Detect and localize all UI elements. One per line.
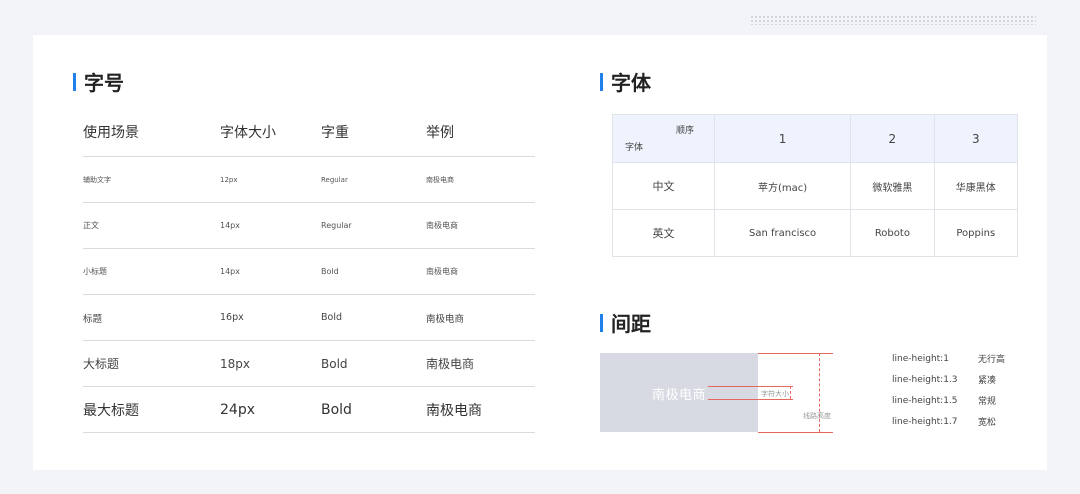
list-item: line-height:1.3 紧凑 <box>892 369 1005 390</box>
cell-size: 14px <box>220 267 240 276</box>
font-family-section-title: 字体 <box>600 67 651 96</box>
table-row: 中文 苹方(mac) 微软雅黑 华康黑体 <box>612 162 1019 210</box>
char-top-guide <box>708 386 793 387</box>
cell-scene: 辅助文字 <box>83 175 111 184</box>
line-height-desc: 常规 <box>978 397 997 407</box>
table-cell: Roboto <box>850 209 935 257</box>
line-top-guide <box>758 353 833 354</box>
cell-example: 南极电商 <box>426 313 465 325</box>
cell-weight: Regular <box>321 221 352 230</box>
column-header: 3 <box>933 114 1019 163</box>
line-height-value: line-height:1.7 <box>892 416 958 427</box>
line-height-desc: 无行高 <box>978 355 1006 365</box>
table-header-row: 使用场景 字体大小 字重 举例 <box>83 108 535 157</box>
cell-weight: Bold <box>321 312 342 323</box>
corner-label-font: 字体 <box>625 143 644 153</box>
cell-size: 12px <box>220 175 238 184</box>
font-size-table: 使用场景 字体大小 字重 举例 辅助文字 12px Regular 南极电商 正… <box>83 108 535 433</box>
table-cell: Poppins <box>933 209 1019 257</box>
accent-bar <box>600 72 603 91</box>
header-example: 举例 <box>426 125 454 141</box>
column-header: 1 <box>713 114 852 163</box>
table-cell: 华康黑体 <box>933 162 1019 210</box>
line-height-desc: 宽松 <box>978 418 997 428</box>
font-family-table: 顺序 字体 1 2 3 中文 苹方(mac) 微软雅黑 华康黑体 英文 San … <box>612 114 1019 257</box>
list-item: line-height:1.5 常规 <box>892 390 1005 411</box>
list-item: line-height:1.7 宽松 <box>892 411 1005 432</box>
demo-text: 南极电商 <box>652 388 707 403</box>
list-item: line-height:1 无行高 <box>892 348 1005 369</box>
cell-size: 14px <box>220 221 240 230</box>
cell-scene: 标题 <box>83 313 103 325</box>
line-height-value: line-height:1.3 <box>892 374 958 385</box>
cell-scene: 小标题 <box>83 267 107 276</box>
cell-example: 南极电商 <box>426 357 475 371</box>
row-label: 中文 <box>612 162 715 210</box>
table-row: 英文 San francisco Roboto Poppins <box>612 209 1019 257</box>
cell-scene: 正文 <box>83 221 99 230</box>
spacing-section-title: 间距 <box>600 308 651 337</box>
line-height-desc: 紧凑 <box>978 376 997 386</box>
char-bottom-guide <box>708 399 793 400</box>
header-weight: 字重 <box>321 125 349 141</box>
cell-weight: Regular <box>321 175 348 184</box>
table-row: 大标题 18px Bold 南极电商 <box>83 341 535 387</box>
cell-size: 16px <box>220 312 244 323</box>
cell-size: 18px <box>220 356 250 371</box>
line-height-list: line-height:1 无行高 line-height:1.3 紧凑 lin… <box>892 348 1005 432</box>
table-cell: San francisco <box>713 209 852 257</box>
cell-example: 南极电商 <box>426 221 458 230</box>
cell-example: 南极电商 <box>426 267 458 276</box>
row-label: 英文 <box>612 209 715 257</box>
column-header: 2 <box>850 114 935 163</box>
table-row: 辅助文字 12px Regular 南极电商 <box>83 157 535 203</box>
cell-example: 南极电商 <box>426 175 454 184</box>
cell-scene: 最大标题 <box>83 402 139 419</box>
table-cell: 微软雅黑 <box>850 162 935 210</box>
line-bottom-guide <box>758 432 833 433</box>
cell-example: 南极电商 <box>426 402 482 419</box>
header-size: 字体大小 <box>220 125 276 141</box>
decorative-dots <box>750 15 1036 25</box>
cell-size: 24px <box>220 401 255 418</box>
line-height-value: line-height:1 <box>892 353 949 364</box>
table-header-row: 顺序 字体 1 2 3 <box>612 114 1019 163</box>
table-row: 标题 16px Bold 南极电商 <box>83 295 535 341</box>
table-row: 小标题 14px Bold 南极电商 <box>83 249 535 295</box>
cell-weight: Bold <box>321 267 339 276</box>
corner-label-order: 顺序 <box>675 126 694 136</box>
char-size-label: 字符大小 <box>761 390 789 398</box>
font-size-section-title: 字号 <box>73 67 124 96</box>
spec-card: 字号 使用场景 字体大小 字重 举例 辅助文字 12px Regular 南极电… <box>33 35 1047 470</box>
cell-scene: 大标题 <box>83 357 120 371</box>
char-size-marker <box>790 386 791 399</box>
table-cell: 苹方(mac) <box>713 162 852 210</box>
cell-weight: Bold <box>321 401 352 418</box>
spacing-diagram: 南极电商 字符大小 线路高度 <box>600 353 840 433</box>
accent-bar <box>73 72 76 91</box>
diagonal-header-cell: 顺序 字体 <box>612 114 715 163</box>
cell-weight: Bold <box>321 356 348 371</box>
table-row: 正文 14px Regular 南极电商 <box>83 203 535 249</box>
header-scene: 使用场景 <box>83 125 139 141</box>
table-row: 最大标题 24px Bold 南极电商 <box>83 387 535 433</box>
line-height-label: 线路高度 <box>803 412 831 420</box>
accent-bar <box>600 313 603 332</box>
line-height-value: line-height:1.5 <box>892 395 958 406</box>
